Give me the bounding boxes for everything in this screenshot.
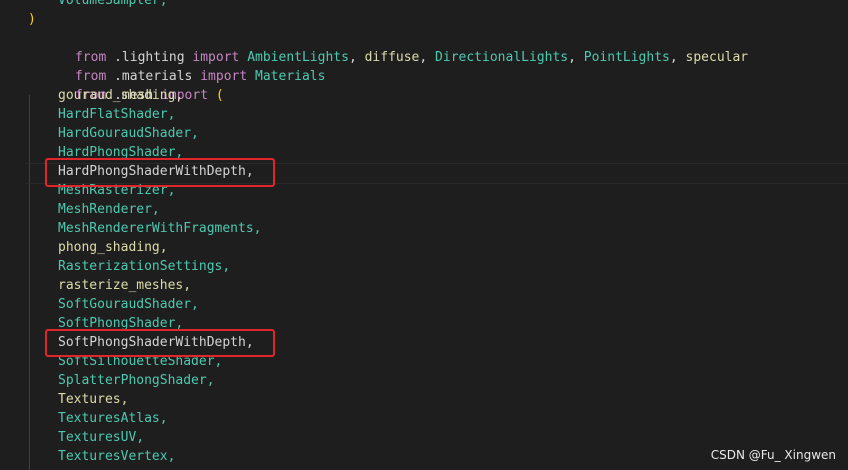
import-item: HardFlatShader, [58,107,176,122]
import-item: RasterizationSettings, [58,259,231,274]
code-line[interactable]: phong_shading, [0,238,848,257]
import-item: TexturesUV, [58,430,145,445]
code-line[interactable]: from .lighting import AmbientLights, dif… [0,29,848,65]
code-line[interactable]: from .mesh import ( [0,67,848,103]
code-token: ) [28,12,36,27]
import-item: TexturesVertex, [58,449,176,464]
import-item: TexturesAtlas, [58,411,168,426]
code-token: VolumeSampler, [58,0,168,8]
import-item: Textures, [58,392,129,407]
watermark: CSDN @Fu_ Xingwen [710,448,836,462]
code-line[interactable]: HardGouraudShader, [0,124,848,143]
code-line[interactable]: MeshRendererWithFragments, [0,219,848,238]
import-item: gouraud_shading, [58,88,184,103]
code-line[interactable]: from .materials import Materials [0,48,848,84]
code-line[interactable]: SplatterPhongShader, [0,371,848,390]
code-line[interactable]: MeshRenderer, [0,200,848,219]
import-item: MeshRenderer, [58,202,160,217]
code-line[interactable]: rasterize_meshes, [0,276,848,295]
code-line[interactable]: TexturesAtlas, [0,409,848,428]
import-item: rasterize_meshes, [58,278,192,293]
code-line[interactable]: ) [0,10,848,29]
import-item: SoftGouraudShader, [58,297,199,312]
code-line[interactable]: HardFlatShader, [0,105,848,124]
import-item: MeshRendererWithFragments, [58,221,262,236]
import-item: HardGouraudShader, [58,126,199,141]
code-line[interactable]: SoftGouraudShader, [0,295,848,314]
import-item: phong_shading, [58,240,168,255]
code-editor[interactable]: VolumeSampler, ) from .lighting import A… [0,0,848,470]
code-line[interactable]: VolumeSampler, [0,0,848,10]
code-line[interactable]: TexturesUV, [0,428,848,447]
code-line[interactable]: Textures, [0,390,848,409]
highlight-box-soft-phong-depth [45,329,275,357]
import-item: SplatterPhongShader, [58,373,215,388]
highlight-box-hard-phong-depth [45,158,275,187]
code-line[interactable]: RasterizationSettings, [0,257,848,276]
code-line[interactable]: gouraud_shading, [0,86,848,105]
